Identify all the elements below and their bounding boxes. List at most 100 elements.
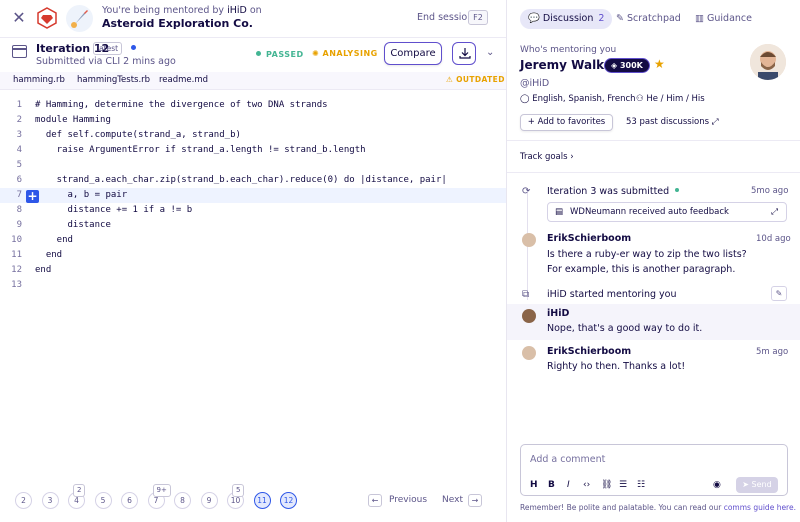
previous-button[interactable]: Previous <box>389 495 427 505</box>
line-number: 2 <box>16 115 22 125</box>
iteration-submitted-event: Iteration 3 was submitted <box>547 186 680 197</box>
chevron-down-icon[interactable]: ⌄ <box>486 47 494 58</box>
close-icon[interactable]: ✕ <box>11 10 27 26</box>
iteration-page-button[interactable]: 8 <box>174 492 191 509</box>
iteration-page-button[interactable]: 11 <box>253 492 271 509</box>
line-text: distance <box>35 220 111 230</box>
reputation-badge: ◈ 300K <box>604 58 650 73</box>
preview-eye-icon[interactable]: ◉ <box>713 480 721 490</box>
chat-bubble-icon: 💬 <box>528 13 540 24</box>
italic-icon[interactable]: I <box>567 480 570 490</box>
comms-guide-link[interactable]: comms guide here. <box>724 503 796 512</box>
expand-icon: ⤢ <box>711 117 719 127</box>
line-number: 6 <box>16 175 22 185</box>
heading-icon[interactable]: H <box>530 480 538 490</box>
edit-note-icon[interactable]: ✎ <box>771 286 787 301</box>
pronouns: ⚇ He / Him / His <box>636 94 705 104</box>
post-time: 5m ago <box>756 347 789 357</box>
file-tab-readme[interactable]: readme.md <box>159 75 208 85</box>
iteration-page-button[interactable]: 2 <box>15 492 32 509</box>
post-text: Is there a ruby-er way to zip the two li… <box>547 249 747 260</box>
line-text: end <box>35 235 73 245</box>
mentoring-started-event: iHiD started mentoring you <box>547 289 677 300</box>
end-session-button[interactable]: End session <box>417 12 473 23</box>
iteration-page-button[interactable]: 6 <box>121 492 138 509</box>
refresh-icon: ⟳ <box>522 186 531 197</box>
comment-count-badge: 5 <box>232 484 245 497</box>
file-tabs-bar <box>0 72 506 90</box>
expand-icon: ⤢ <box>771 207 778 217</box>
line-number: 10 <box>11 235 22 245</box>
code-line[interactable]: 2 module Hamming <box>0 113 506 128</box>
next-arrow-icon[interactable]: → <box>468 494 482 507</box>
terminal-icon <box>12 45 27 58</box>
send-button[interactable]: ➤ Send <box>736 477 778 493</box>
tab-scratchpad[interactable]: ✎ Scratchpad <box>616 9 681 29</box>
tab-guidance[interactable]: ▥ Guidance <box>695 9 752 29</box>
iteration-page-button[interactable]: 12 <box>280 492 297 509</box>
avatar <box>522 309 536 323</box>
track-goals-toggle[interactable]: Track goals › <box>520 152 574 162</box>
file-tab-hamming-tests[interactable]: hammingTests.rb <box>77 75 150 85</box>
automation-icon: ▤ <box>555 207 564 217</box>
ruby-track-icon <box>36 7 58 29</box>
bold-icon[interactable]: B <box>548 480 555 490</box>
line-number: 3 <box>16 130 22 140</box>
post-text: Nope, that's a good way to do it. <box>547 323 703 334</box>
mentor-handle: @iHiD <box>520 78 550 89</box>
avatar <box>522 233 536 247</box>
iteration-page-button[interactable]: 9 <box>200 492 218 509</box>
event-time: 5mo ago <box>751 186 789 196</box>
analysing-status: ✺ ANALYSING <box>312 49 378 58</box>
code-line[interactable]: 1 # Hamming, determine the divergence of … <box>0 98 506 113</box>
add-to-favorites-button[interactable]: + Add to favorites <box>520 114 613 131</box>
prev-arrow-icon[interactable]: ← <box>368 494 382 507</box>
green-dot-icon <box>675 188 680 192</box>
divider <box>507 172 800 173</box>
tab-discussion[interactable]: 💬 Discussion 2 <box>520 9 613 29</box>
code-line[interactable]: 7 a, b = pair <box>0 188 506 203</box>
who-label: Who's mentoring you <box>520 45 617 55</box>
add-comment-plus-icon[interactable]: + <box>26 190 39 203</box>
line-number: 8 <box>16 205 22 215</box>
rocket-exercise-icon <box>66 5 93 32</box>
code-line[interactable]: 11 end <box>0 248 506 263</box>
compare-button[interactable]: Compare <box>384 42 442 65</box>
code-line[interactable]: 10 end <box>0 233 506 248</box>
person-icon: ⚇ <box>636 94 644 104</box>
code-line[interactable]: 4 raise ArgumentError if strand_a.length… <box>0 143 506 158</box>
post-author: ErikSchierboom <box>547 233 632 244</box>
line-number: 1 <box>16 100 22 110</box>
code-line[interactable]: 6 strand_a.each_char.zip(strand_b.each_c… <box>0 173 506 188</box>
line-text: distance += 1 if a != b <box>35 205 193 215</box>
post-text: Righty ho then. Thanks a lot! <box>547 361 686 372</box>
download-button[interactable] <box>452 42 476 65</box>
past-discussions-link[interactable]: 53 past discussions ⤢ <box>626 117 719 127</box>
end-session-shortcut: F2 <box>468 10 488 25</box>
post-author: iHiD <box>547 308 570 319</box>
link-icon[interactable]: ⛓ <box>601 480 612 490</box>
numbered-list-icon[interactable]: ☷ <box>637 480 645 490</box>
book-icon: ▥ <box>695 13 704 24</box>
next-button[interactable]: Next <box>442 495 463 505</box>
code-line[interactable]: 13 <box>0 278 506 293</box>
download-icon <box>459 48 471 59</box>
iteration-page-button[interactable]: 3 <box>41 492 59 509</box>
bullet-list-icon[interactable]: ☰ <box>619 480 627 490</box>
scratchpad-icon: ✎ <box>616 13 624 24</box>
code-line[interactable]: 5 <box>0 158 506 173</box>
file-tab-hamming[interactable]: hamming.rb <box>13 75 65 85</box>
line-text: strand_a.each_char.zip(strand_b.each_cha… <box>35 175 447 185</box>
comment-count-badge: 2 <box>73 484 86 497</box>
post-text: For example, this is another paragraph. <box>547 264 736 275</box>
warning-icon: ⚠ <box>446 75 454 84</box>
iteration-page-button[interactable]: 5 <box>94 492 112 509</box>
code-line[interactable]: 3 def self.compute(strand_a, strand_b) <box>0 128 506 143</box>
code-line[interactable]: 8 distance += 1 if a != b <box>0 203 506 218</box>
comment-input[interactable]: Add a comment <box>530 454 605 465</box>
code-line[interactable]: 12 end <box>0 263 506 278</box>
code-line[interactable]: 9 distance <box>0 218 506 233</box>
auto-feedback-item[interactable]: ▤ WDNeumann received auto feedback ⤢ <box>547 202 787 222</box>
reputation-icon: ◈ <box>611 61 618 70</box>
code-icon[interactable]: ‹› <box>583 480 590 490</box>
